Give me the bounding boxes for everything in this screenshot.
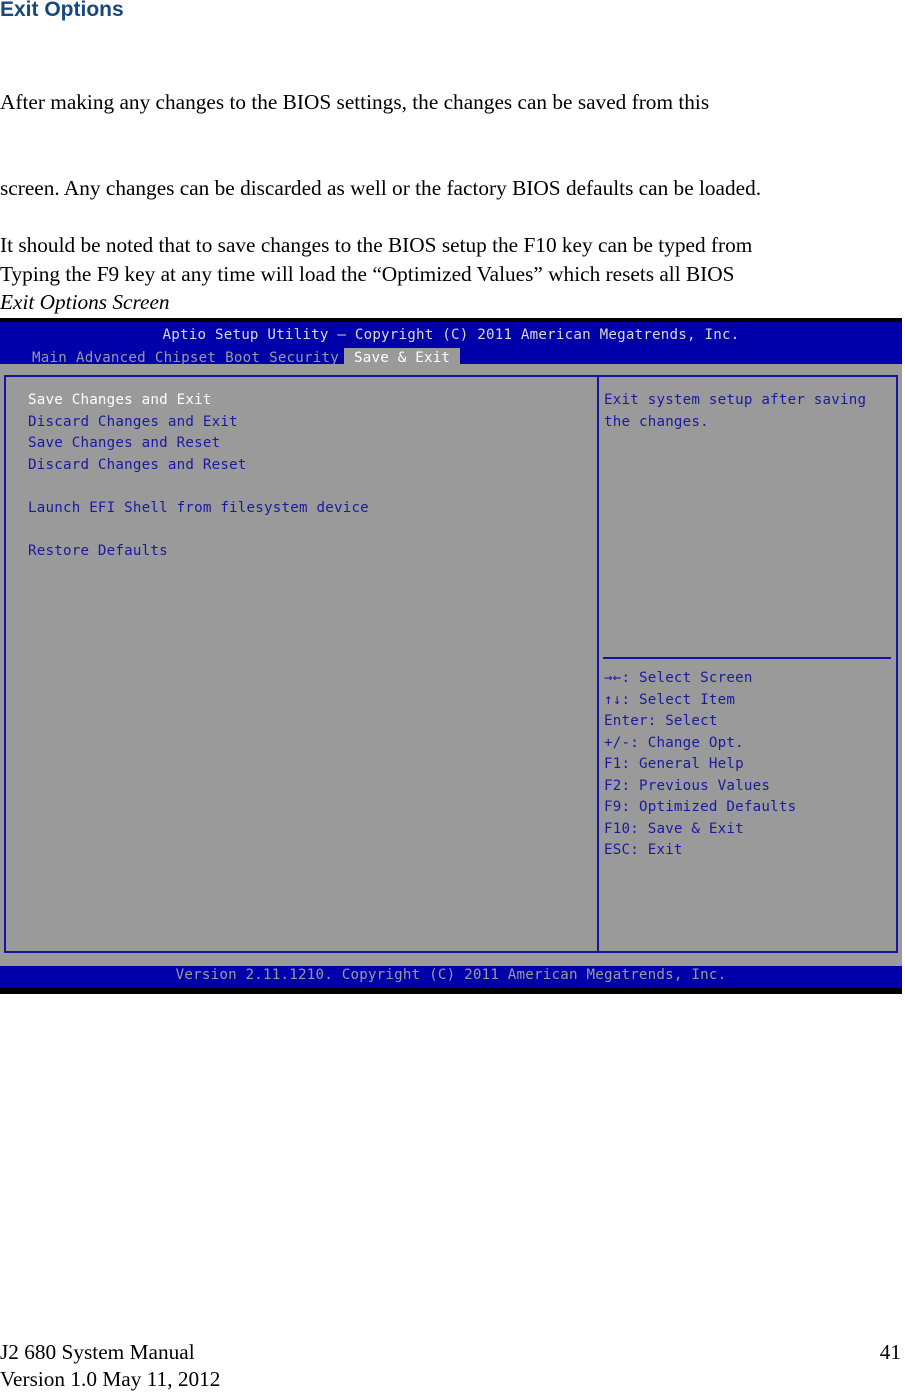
key-legend-esc: ESC: Exit <box>604 842 683 858</box>
menu-item-restore-defaults[interactable]: Restore Defaults <box>28 543 168 559</box>
menu-item-save-changes-and-exit[interactable]: Save Changes and Exit <box>28 392 212 408</box>
help-text-line: the changes. <box>604 413 709 430</box>
menu-item-launch-efi-shell[interactable]: Launch EFI Shell from filesystem device <box>28 500 369 516</box>
help-text-line: Exit system setup after saving <box>604 392 867 408</box>
note-line: It should be noted that to save changes … <box>0 233 753 258</box>
key-legend-select-screen: →←: Select Screen <box>604 670 753 686</box>
intro-line: After making any changes to the BIOS set… <box>0 90 710 115</box>
key-legend-f10: F10: Save & Exit <box>604 820 744 837</box>
bios-body: Save Changes and Exit Discard Changes an… <box>0 364 902 966</box>
menu-item-discard-changes-and-reset[interactable]: Discard Changes and Reset <box>28 457 247 473</box>
bios-screenshot: Aptio Setup Utility – Copyright (C) 2011… <box>0 318 902 994</box>
bios-version-text: Version 2.11.1210. Copyright (C) 2011 Am… <box>175 967 727 983</box>
bios-footer-bar: Version 2.11.1210. Copyright (C) 2011 Am… <box>0 966 902 988</box>
key-legend-change-opt: +/-: Change Opt. <box>604 734 744 751</box>
help-pane: Exit system setup after saving the chang… <box>597 375 898 953</box>
key-legend-f2: F2: Previous Values <box>604 777 771 794</box>
manual-version: Version 1.0 May 11, 2012 <box>0 1367 221 1391</box>
key-legend-select-item: ↑↓: Select Item <box>604 691 736 708</box>
manual-title: J2 680 System Manual <box>0 1340 195 1364</box>
section-heading: Exit Options <box>0 0 124 21</box>
menu-pane: Save Changes and Exit Discard Changes an… <box>4 375 597 953</box>
help-divider <box>603 657 891 659</box>
menu-item-discard-changes-and-exit[interactable]: Discard Changes and Exit <box>28 414 238 430</box>
page-number: 41 <box>879 1340 901 1364</box>
key-legend-f1: F1: General Help <box>604 756 744 772</box>
key-legend-f9: F9: Optimized Defaults <box>604 799 797 815</box>
bios-title-bar: Aptio Setup Utility – Copyright (C) 2011… <box>0 322 902 368</box>
bios-title: Aptio Setup Utility – Copyright (C) 2011… <box>162 327 740 343</box>
figure-caption: Exit Options Screen <box>0 290 170 314</box>
key-legend-enter: Enter: Select <box>604 713 718 729</box>
menu-item-save-changes-and-reset[interactable]: Save Changes and Reset <box>28 435 220 451</box>
